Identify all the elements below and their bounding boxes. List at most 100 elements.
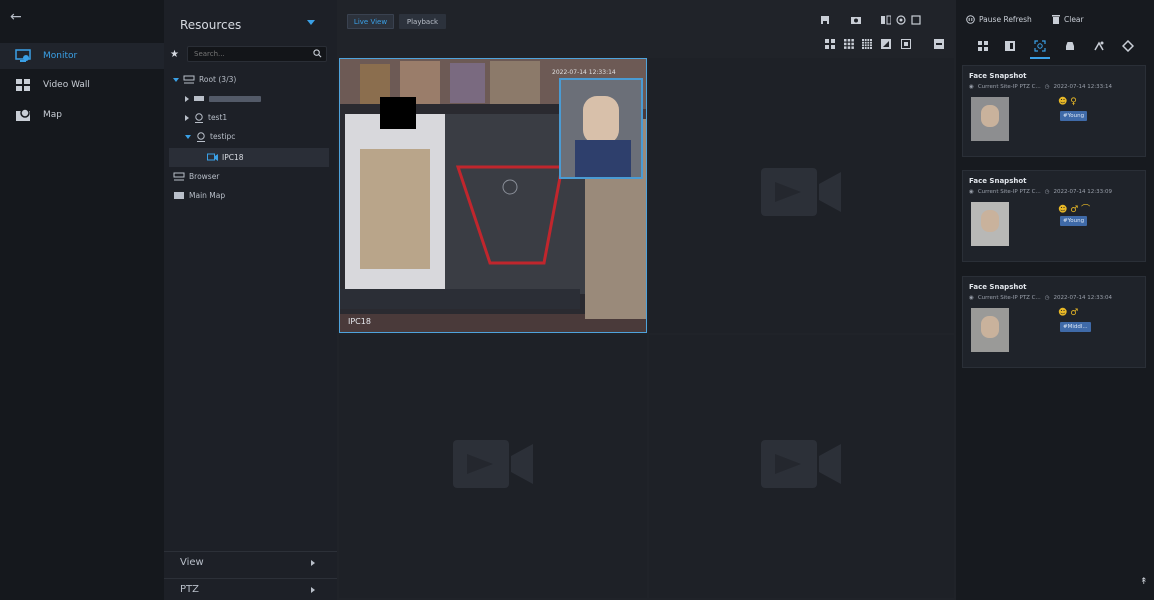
stream-icon[interactable] xyxy=(881,15,891,25)
layout-9-icon[interactable] xyxy=(844,39,854,49)
card-title: Face Snapshot xyxy=(969,72,1027,80)
chevron-right-icon[interactable] xyxy=(311,586,315,593)
close-all-icon[interactable] xyxy=(934,39,944,49)
tree-node-root[interactable]: Root (3/3) xyxy=(164,70,337,89)
location-pin-icon: ◉ xyxy=(969,295,974,301)
nav-label-map: Map xyxy=(43,110,62,120)
face-thumbnail[interactable] xyxy=(971,202,1009,246)
face-events-icon[interactable] xyxy=(1034,40,1046,52)
back-arrow-icon[interactable]: ← xyxy=(10,10,30,24)
custom-layout-icon[interactable] xyxy=(881,39,891,49)
pause-refresh-label: Pause Refresh xyxy=(979,15,1032,24)
resources-panel: Resources ★ Root (3/3) test1 testipc IPC… xyxy=(164,0,337,600)
tree-node-browser[interactable]: Browser xyxy=(164,167,337,186)
pause-icon xyxy=(966,15,975,24)
expand-arrow-icon[interactable] xyxy=(185,134,191,139)
card-meta: ◉ Current Site-IP PTZ C... ◷ 2022-07-14 … xyxy=(969,189,1112,195)
favorites-star-icon[interactable]: ★ xyxy=(170,49,179,60)
expand-arrow-icon[interactable] xyxy=(185,95,189,102)
nav-item-video-wall[interactable]: Video Wall xyxy=(0,72,164,98)
face-image xyxy=(583,96,619,144)
age-tag: #Young xyxy=(1060,111,1088,121)
face-image xyxy=(981,210,999,232)
map-node-icon xyxy=(174,192,184,199)
clear-button[interactable]: Clear xyxy=(1052,15,1084,24)
tree-node-ipc18[interactable]: IPC18 xyxy=(169,148,329,167)
nav-label-monitor: Monitor xyxy=(43,51,78,61)
tree-label: Main Map xyxy=(189,191,226,200)
active-tab-indicator xyxy=(1030,57,1050,59)
video-cell-empty[interactable] xyxy=(339,335,647,598)
tab-playback[interactable]: Playback xyxy=(399,14,446,29)
age-tag: #Middl... xyxy=(1060,322,1091,332)
expand-arrow-icon[interactable] xyxy=(185,114,189,121)
pause-refresh-button[interactable]: Pause Refresh xyxy=(966,15,1032,24)
live-view-area: Live View Playback 2022-07-14 12:33:14 I… xyxy=(337,0,956,600)
location-pin-icon: ◉ xyxy=(969,189,974,195)
org-icon xyxy=(183,75,195,84)
card-location: Current Site-IP PTZ C... xyxy=(977,84,1041,90)
save-icon[interactable] xyxy=(820,15,830,25)
tree-node-main-map[interactable]: Main Map xyxy=(164,186,337,205)
card-title: Face Snapshot xyxy=(969,283,1027,291)
nav-item-monitor[interactable]: Monitor xyxy=(0,43,164,69)
redacted-device-name xyxy=(209,95,261,102)
clock-icon: ◷ xyxy=(1044,295,1050,301)
no-video-camera-icon xyxy=(761,440,841,488)
card-title: Face Snapshot xyxy=(969,177,1027,185)
video-window-ipc18[interactable]: 2022-07-14 12:33:14 IPC18 xyxy=(339,58,647,333)
video-channel-label: IPC18 xyxy=(348,317,371,326)
resources-title: Resources xyxy=(180,18,242,32)
card-location: Current Site-IP PTZ C... xyxy=(977,295,1041,301)
face-snapshot-card[interactable]: Face Snapshot ◉ Current Site-IP PTZ C...… xyxy=(962,65,1146,157)
ptz-section[interactable]: PTZ xyxy=(164,578,337,600)
face-image xyxy=(981,105,999,127)
layout-16-icon[interactable] xyxy=(862,39,872,49)
main-navigation: ← Monitor Video Wall Map xyxy=(0,0,164,600)
settings-icon[interactable] xyxy=(896,15,906,25)
chevron-right-icon[interactable] xyxy=(311,559,315,566)
nav-label-video-wall: Video Wall xyxy=(43,80,90,90)
monitor-icon xyxy=(15,49,31,62)
person-events-icon[interactable] xyxy=(1093,40,1105,52)
search-icon[interactable] xyxy=(313,49,322,58)
channel-icon xyxy=(207,153,218,161)
alarm-events-icon[interactable] xyxy=(1004,40,1016,52)
card-time: 2022-07-14 12:33:04 xyxy=(1053,295,1112,301)
layout-4-icon[interactable] xyxy=(825,39,835,49)
resource-search-input[interactable] xyxy=(188,47,304,61)
face-thumbnail[interactable] xyxy=(971,97,1009,141)
tree-node-test1[interactable]: test1 xyxy=(164,108,337,127)
vehicle-events-icon[interactable] xyxy=(1064,40,1076,52)
video-cell-empty[interactable] xyxy=(649,58,954,333)
resources-collapse-icon[interactable] xyxy=(307,20,315,25)
tree-node-testipc[interactable]: testipc xyxy=(164,127,337,146)
nav-item-map[interactable]: Map xyxy=(0,102,164,128)
all-events-icon[interactable] xyxy=(977,40,989,52)
snapshot-icon[interactable] xyxy=(851,15,861,25)
face-image xyxy=(981,316,999,338)
browser-icon xyxy=(173,172,185,181)
face-capture-overlay xyxy=(559,78,643,179)
event-panel: Pause Refresh Clear Face Snapshot ◉ Curr… xyxy=(956,0,1154,600)
location-pin-icon: ◉ xyxy=(969,84,974,90)
view-section[interactable]: View xyxy=(164,551,337,573)
scroll-to-top-icon[interactable]: ↟ xyxy=(1140,578,1150,588)
window-fit-icon[interactable] xyxy=(901,39,911,49)
card-meta: ◉ Current Site-IP PTZ C... ◷ 2022-07-14 … xyxy=(969,84,1112,90)
map-icon xyxy=(16,108,30,121)
event-type-tabs xyxy=(956,34,1154,60)
more-events-icon[interactable] xyxy=(1122,40,1134,52)
face-snapshot-card[interactable]: Face Snapshot ◉ Current Site-IP PTZ C...… xyxy=(962,276,1146,368)
face-thumbnail[interactable] xyxy=(971,308,1009,352)
card-time: 2022-07-14 12:33:09 xyxy=(1053,189,1112,195)
fullscreen-icon[interactable] xyxy=(911,15,921,25)
video-cell-empty[interactable] xyxy=(649,335,954,598)
resource-search-box[interactable] xyxy=(187,46,327,62)
clear-label: Clear xyxy=(1064,15,1084,24)
tab-live-view[interactable]: Live View xyxy=(347,14,394,29)
tree-node-device-hidden[interactable] xyxy=(164,89,337,108)
face-snapshot-card[interactable]: Face Snapshot ◉ Current Site-IP PTZ C...… xyxy=(962,170,1146,262)
expand-arrow-icon[interactable] xyxy=(173,77,179,82)
shirt-image xyxy=(575,140,631,177)
